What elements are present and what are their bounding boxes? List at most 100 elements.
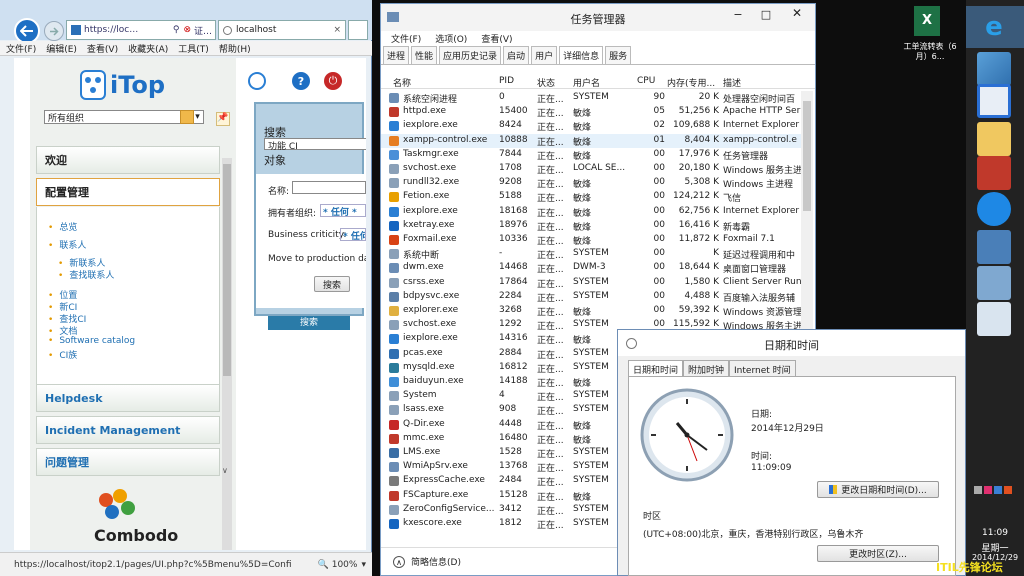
table-row[interactable]: rundll32.exe 9208 正在... 敏烽 00 5,308 K Windows … (381, 176, 801, 190)
tab-details[interactable]: 详细信息 (559, 46, 604, 64)
tray-antivirus-icon[interactable] (984, 486, 992, 494)
app-taskbar-icon[interactable] (977, 52, 1011, 86)
minimize-button[interactable]: − (725, 8, 751, 22)
cell-status: 正在... (537, 336, 564, 347)
qdir-taskbar-icon[interactable] (977, 192, 1011, 226)
clock-time[interactable]: 11:09 (966, 528, 1024, 538)
mmc-taskbar-icon[interactable] (977, 266, 1011, 300)
tm-menu-options[interactable]: 选项(O) (435, 32, 467, 45)
table-row[interactable]: httpd.exe 15400 正在... 敏烽 05 51,256 K Apache HT… (381, 105, 801, 119)
cert-error-icon[interactable]: ⊗ (183, 25, 191, 35)
change-datetime-button[interactable]: 更改日期和时间(D)... (817, 481, 939, 498)
owner-org-select[interactable]: * 任何 * (320, 204, 366, 218)
zoom-icon[interactable]: 🔍 (318, 560, 329, 570)
ci-class-select[interactable]: 功能 CI (264, 138, 366, 152)
menu-item-find-contact[interactable]: 查找联系人 (58, 268, 114, 281)
menu-help[interactable]: 帮助(H) (219, 42, 251, 55)
tab-localhost[interactable]: localhost × (218, 20, 346, 40)
table-row[interactable]: 系统中断 - 正在... SYSTEM 00 K 延迟过程调用和中 (381, 247, 801, 261)
menu-group-incident[interactable]: Incident Management (36, 416, 220, 444)
table-row[interactable]: iexplore.exe 18168 正在... 敏烽 00 62,756 K Intern… (381, 205, 801, 219)
menu-tools[interactable]: 工具(T) (178, 42, 209, 55)
table-row[interactable]: dwm.exe 14468 正在... DWM-3 00 18,644 K 桌面窗口管理器 (381, 261, 801, 275)
table-row[interactable]: Fetion.exe 5188 正在... 敏烽 00 124,212 K 飞信 (381, 190, 801, 204)
table-row[interactable]: xampp-control.exe 10888 正在... 敏烽 01 8,404 K xa… (381, 133, 801, 148)
tab-app-history[interactable]: 应用历史记录 (439, 46, 502, 64)
close-tab-icon[interactable]: × (333, 25, 341, 35)
refresh-icon[interactable] (248, 72, 266, 90)
tray-flag-icon[interactable] (974, 486, 982, 494)
tab-performance[interactable]: 性能 (411, 46, 438, 64)
name-input[interactable] (292, 181, 366, 194)
menu-view[interactable]: 查看(V) (87, 42, 118, 55)
col-name[interactable]: 名称 (393, 76, 411, 89)
explorer-taskbar-icon[interactable] (977, 122, 1011, 156)
table-row[interactable]: svchost.exe 1708 正在... LOCAL SE... 00 20,180 … (381, 162, 801, 176)
change-timezone-button[interactable]: 更改时区(Z)... (817, 545, 939, 562)
menu-group-welcome[interactable]: 欢迎 (36, 146, 220, 174)
col-description[interactable]: 描述 (723, 76, 741, 89)
table-row[interactable]: Taskmgr.exe 7844 正在... 敏烽 00 17,976 K 任务管理器 (381, 148, 801, 162)
help-icon[interactable]: ? (292, 72, 310, 90)
desktop-excel-shortcut[interactable]: X 工单流转表（6月）6... (900, 6, 960, 70)
criticity-select[interactable]: * 任何 (340, 228, 366, 241)
menu-file[interactable]: 文件(F) (6, 42, 36, 55)
power-icon[interactable]: ⏻ (324, 72, 342, 90)
org-apply-button[interactable] (180, 110, 194, 124)
search-button[interactable]: 搜索 (314, 276, 350, 292)
tm-menu-file[interactable]: 文件(F) (391, 32, 421, 45)
col-pid[interactable]: PID (499, 76, 514, 86)
cell-pid: 2284 (499, 290, 522, 301)
search-button-label: 搜索 (322, 280, 341, 291)
close-button[interactable]: ✕ (779, 6, 815, 22)
col-memory[interactable]: 内存(专用... (667, 76, 715, 89)
cell-pid: 15400 (499, 106, 528, 117)
table-row[interactable]: bdpysvc.exe 2284 正在... SYSTEM 00 4,488 K 百度输入法… (381, 290, 801, 304)
menu-item-software-catalog[interactable]: Software catalog (48, 336, 135, 346)
cell-cpu: 00 (653, 163, 665, 173)
menu-item-ci-family[interactable]: CI族 (48, 348, 77, 361)
menu-favorites[interactable]: 收藏夹(A) (128, 42, 168, 55)
table-row[interactable]: explorer.exe 3268 正在... 敏烽 00 59,392 K Windows… (381, 304, 801, 318)
forward-button[interactable] (44, 21, 64, 41)
chevron-down-icon[interactable]: ▾ (361, 560, 366, 570)
menu-group-config[interactable]: 配置管理 (36, 178, 220, 206)
brief-info-link[interactable]: 简略信息(D) (411, 555, 461, 568)
address-bar[interactable]: https://loc… ⚲ ⊗ 证… (66, 20, 216, 40)
chevron-down-icon[interactable]: ∨ (222, 466, 228, 475)
col-user[interactable]: 用户名 (573, 76, 600, 89)
table-row[interactable]: Foxmail.exe 10336 正在... 敏烽 00 11,872 K Foxmail… (381, 233, 801, 247)
menu-item-overview[interactable]: 总览 (48, 220, 77, 233)
pin-icon[interactable]: 📌 (216, 112, 230, 126)
maximize-button[interactable]: □ (753, 8, 779, 22)
tab-processes[interactable]: 进程 (383, 46, 410, 64)
menu-group-helpdesk[interactable]: Helpdesk (36, 384, 220, 412)
table-row[interactable]: iexplore.exe 8424 正在... 敏烽 02 109,688 K Intern… (381, 119, 801, 133)
ie-taskbar-icon[interactable]: e (977, 10, 1011, 44)
tray-app-icon[interactable] (994, 486, 1002, 494)
menu-edit[interactable]: 编辑(E) (46, 42, 77, 55)
menu-group-problem[interactable]: 问题管理 (36, 448, 220, 476)
table-row[interactable]: 系统空闲进程 0 正在... SYSTEM 90 20 K 处理器空闲时间百 (381, 91, 801, 105)
remote-taskbar-icon[interactable] (977, 84, 1011, 118)
table-row[interactable]: csrss.exe 17864 正在... SYSTEM 00 1,580 K Client… (381, 276, 801, 290)
col-cpu[interactable]: CPU (637, 76, 655, 86)
tray-foxmail-icon[interactable] (1004, 486, 1012, 494)
menu-item-contacts[interactable]: 联系人 (48, 238, 86, 251)
chevron-up-icon[interactable]: ∧ (393, 555, 405, 568)
date-label: 日期: (751, 410, 773, 420)
taskmgr-taskbar-icon[interactable] (977, 302, 1011, 336)
zoom-level[interactable]: 100% (332, 560, 358, 570)
search-tab[interactable]: 搜索 (268, 316, 350, 330)
fscapture-taskbar-icon[interactable] (977, 156, 1011, 190)
tab-users[interactable]: 用户 (531, 46, 558, 64)
network-taskbar-icon[interactable] (977, 230, 1011, 264)
col-status[interactable]: 状态 (537, 76, 555, 89)
tab-startup[interactable]: 启动 (503, 46, 530, 64)
new-tab-button[interactable] (348, 20, 368, 40)
sidebar-scrollbar[interactable]: ∨ (222, 158, 232, 550)
tm-menu-view[interactable]: 查看(V) (481, 32, 512, 45)
tab-services[interactable]: 服务 (605, 46, 632, 64)
table-row[interactable]: kxetray.exe 18976 正在... 敏烽 00 16,416 K 新毒霸 (381, 219, 801, 233)
search-icon[interactable]: ⚲ (173, 25, 180, 35)
